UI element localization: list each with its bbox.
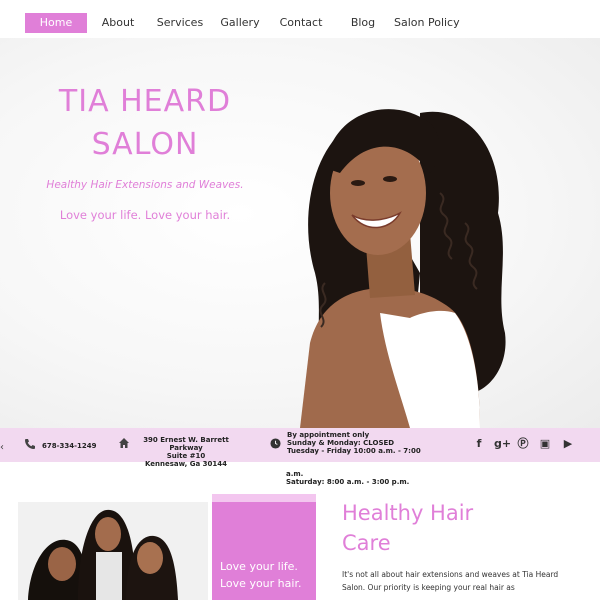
google-plus-icon[interactable]: g+ bbox=[494, 437, 511, 451]
nav-home[interactable]: Home bbox=[25, 13, 87, 33]
care-paragraph: It's not all about hair extensions and w… bbox=[342, 570, 559, 592]
address-line2: Parkway bbox=[169, 444, 203, 452]
hero-subline: Love your life. Love your hair. bbox=[59, 208, 231, 222]
hero-tagline: Healthy Hair Extensions and Weaves. bbox=[46, 179, 244, 191]
facebook-icon[interactable]: f bbox=[472, 437, 486, 451]
hours-line4: a.m. bbox=[286, 470, 304, 478]
phone-number[interactable]: 678-334-1249 bbox=[42, 442, 97, 450]
hours-continued: a.m. Saturday: 8:00 a.m. - 3:00 p.m. bbox=[286, 470, 409, 486]
promo-text: Love your life. Love your hair. bbox=[220, 560, 302, 590]
arrow-left-icon[interactable]: ‹ bbox=[0, 442, 4, 453]
address-block: 390 Ernest W. Barrett Parkway Suite #10 … bbox=[136, 436, 236, 468]
hours-line3: Tuesday - Friday 10:00 a.m. - 7:00 bbox=[287, 447, 421, 455]
care-heading-line1: Healthy Hair bbox=[342, 501, 474, 525]
youtube-icon[interactable]: ▶ bbox=[561, 437, 575, 451]
nav-gallery[interactable]: Gallery bbox=[219, 13, 261, 33]
hero-title-line1: TIA HEARD bbox=[58, 84, 232, 119]
nav-contact[interactable]: Contact bbox=[278, 13, 324, 33]
info-bar: ‹ 678-334-1249 390 Ernest W. Barrett Par… bbox=[0, 428, 600, 468]
nav-salon-policy[interactable]: Salon Policy bbox=[394, 13, 460, 33]
hero-title: TIA HEARD SALON bbox=[40, 80, 250, 166]
hero-banner: TIA HEARD SALON Healthy Hair Extensions … bbox=[0, 38, 600, 428]
promo-box: Love your life. Love your hair. bbox=[212, 494, 316, 600]
hours-line1: By appointment only bbox=[287, 431, 370, 439]
nav-blog[interactable]: Blog bbox=[347, 13, 379, 33]
hours-line2: Sunday & Monday: CLOSED bbox=[287, 439, 395, 447]
pinterest-icon[interactable]: Ⓟ bbox=[516, 437, 530, 451]
address-line3: Suite #10 bbox=[166, 452, 206, 460]
top-nav: Home About Services Gallery Contact Blog… bbox=[0, 0, 600, 38]
promo-box-top-strip bbox=[212, 494, 316, 502]
address-line1: 390 Ernest W. Barrett bbox=[143, 436, 229, 444]
hours-block: By appointment only Sunday & Monday: CLO… bbox=[287, 431, 427, 455]
group-photo bbox=[18, 502, 208, 600]
hero-title-line2: SALON bbox=[91, 127, 199, 162]
hero-model-photo bbox=[300, 109, 506, 428]
address-line4: Kennesaw, Ga 30144 bbox=[144, 460, 228, 468]
clock-icon bbox=[270, 438, 281, 449]
instagram-icon[interactable]: ▣ bbox=[538, 437, 552, 451]
home-icon bbox=[119, 438, 129, 448]
phone-icon bbox=[25, 439, 35, 449]
hours-line5: Saturday: 8:00 a.m. - 3:00 p.m. bbox=[286, 478, 410, 486]
nav-services[interactable]: Services bbox=[156, 13, 204, 33]
nav-about[interactable]: About bbox=[96, 13, 140, 33]
care-heading-line2: Care bbox=[342, 531, 391, 555]
care-heading: Healthy Hair Care bbox=[342, 498, 542, 558]
